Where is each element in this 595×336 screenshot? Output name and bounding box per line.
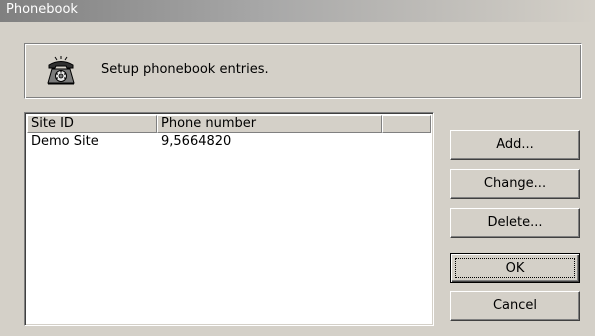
column-header-phone-number[interactable]: Phone number xyxy=(157,115,382,133)
cancel-button[interactable]: Cancel xyxy=(450,291,580,321)
phonebook-dialog: Phonebook Setup phonebook entries. Site … xyxy=(0,0,595,336)
phone-number-cell: 9,5664820 xyxy=(161,134,232,149)
delete-button[interactable]: Delete... xyxy=(450,208,580,238)
phonebook-list[interactable]: Site ID Phone number Demo Site 9,5664820 xyxy=(24,112,434,326)
column-header-filler xyxy=(382,115,431,133)
column-header-site-id[interactable]: Site ID xyxy=(27,115,157,133)
list-item[interactable]: Demo Site 9,5664820 xyxy=(27,134,429,150)
telephone-icon xyxy=(45,55,77,87)
add-button[interactable]: Add... xyxy=(450,130,580,160)
header-panel: Setup phonebook entries. xyxy=(24,43,582,99)
ok-button[interactable]: OK xyxy=(450,253,580,283)
ok-button-label: OK xyxy=(455,258,575,278)
change-button[interactable]: Change... xyxy=(450,169,580,199)
header-text: Setup phonebook entries. xyxy=(101,62,269,77)
title-bar[interactable]: Phonebook xyxy=(0,0,595,22)
window-title: Phonebook xyxy=(6,2,78,17)
site-id-cell: Demo Site xyxy=(31,134,99,149)
